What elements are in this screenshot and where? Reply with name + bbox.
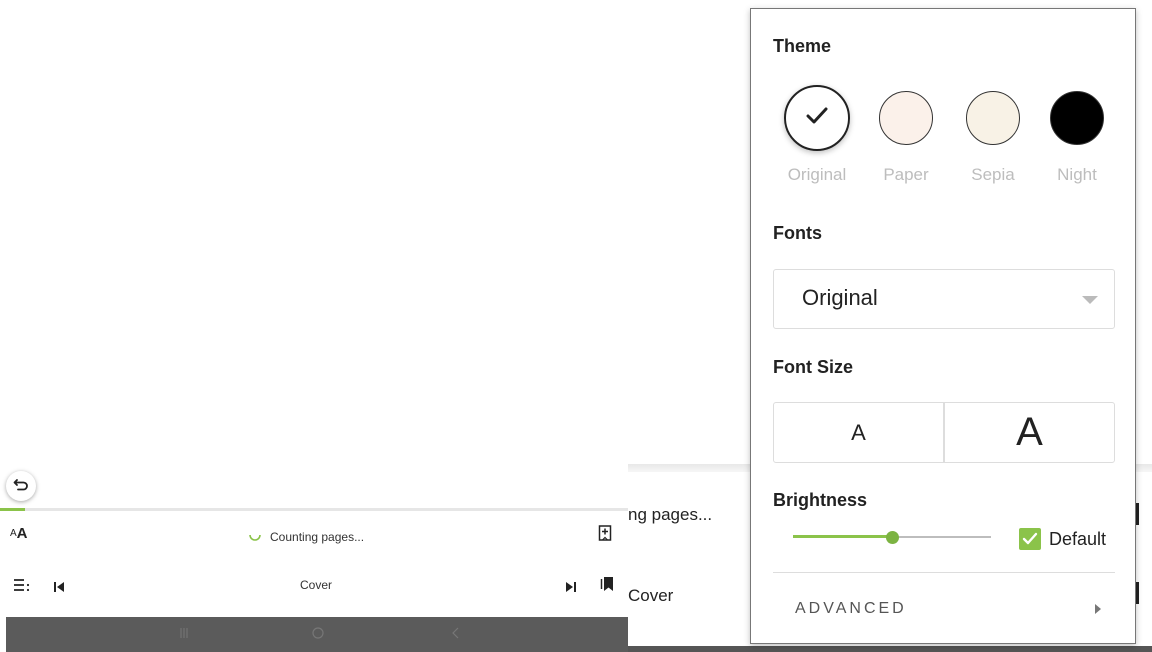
recent-apps-icon[interactable] xyxy=(180,627,188,642)
theme-swatch xyxy=(966,91,1020,145)
undo-arrow-icon xyxy=(13,476,29,497)
theme-swatch xyxy=(1050,91,1104,145)
bookmark-add-icon xyxy=(598,525,612,546)
counting-pages-text: Counting pages... xyxy=(270,529,365,544)
bookmarks-list-button[interactable] xyxy=(600,575,616,596)
default-label: Default xyxy=(1049,528,1107,549)
peek-counting-text: ng pages... xyxy=(628,505,713,524)
small-a-label: A xyxy=(851,419,866,445)
chevron-right-icon xyxy=(1095,604,1101,614)
advanced-settings-row[interactable]: ADVANCED xyxy=(773,591,1115,621)
skip-next-icon xyxy=(566,579,576,597)
theme-option-paper[interactable]: Paper xyxy=(866,91,946,185)
peek-cover-text: Cover xyxy=(628,586,674,605)
bookmarks-icon xyxy=(600,575,616,596)
theme-option-sepia[interactable]: Sepia xyxy=(953,91,1033,185)
slider-thumb[interactable] xyxy=(886,531,899,544)
system-navigation-bar xyxy=(6,617,628,652)
reader-toolbar: AA Counting pages... Cover xyxy=(0,511,628,617)
previous-chapter-button[interactable] xyxy=(54,579,64,597)
peek-system-bar xyxy=(628,646,1152,652)
aa-small-letter: A xyxy=(10,528,17,539)
chapter-label: Cover xyxy=(300,578,333,592)
font-dropdown[interactable]: Original xyxy=(773,269,1115,329)
loading-spinner-icon xyxy=(248,528,262,545)
font-size-title: Font Size xyxy=(773,357,853,377)
theme-title: Theme xyxy=(773,36,832,56)
font-size-control: A A xyxy=(773,402,1115,463)
peek-edge-mark xyxy=(1136,582,1139,604)
section-divider xyxy=(773,572,1115,573)
theme-swatch xyxy=(879,91,933,145)
increase-font-size-button[interactable]: A xyxy=(945,403,1114,462)
dropdown-caret-icon xyxy=(1082,296,1098,304)
theme-label-sepia: Sepia xyxy=(971,165,1015,184)
font-settings-icon[interactable]: AA xyxy=(10,525,28,542)
theme-label-original: Original xyxy=(787,165,847,184)
theme-option-original[interactable]: Original xyxy=(777,85,857,185)
home-circle-icon[interactable] xyxy=(312,627,324,642)
decrease-font-size-button[interactable]: A xyxy=(774,403,945,462)
back-button[interactable] xyxy=(6,471,36,501)
reader-view: AA Counting pages... Cover xyxy=(0,0,628,652)
next-chapter-button[interactable] xyxy=(566,579,576,597)
checkmark-icon xyxy=(806,107,828,130)
system-back-icon[interactable] xyxy=(452,627,460,642)
checkbox-checked-icon xyxy=(1019,528,1041,550)
reader-settings-popup: Theme Original Paper Sepia Night Fonts O… xyxy=(750,8,1136,644)
skip-previous-icon xyxy=(54,579,64,597)
page-count-status: Counting pages... xyxy=(248,528,364,545)
fonts-title: Fonts xyxy=(773,223,822,243)
advanced-label: ADVANCED xyxy=(795,600,907,617)
add-bookmark-button[interactable] xyxy=(598,525,612,546)
peek-edge-mark xyxy=(1136,503,1139,525)
slider-fill xyxy=(793,535,892,538)
brightness-title: Brightness xyxy=(773,490,868,510)
theme-label-paper: Paper xyxy=(883,165,929,184)
theme-swatch xyxy=(784,85,850,151)
aa-large-letter: A xyxy=(16,525,28,542)
default-brightness-checkbox[interactable]: Default xyxy=(1019,528,1106,550)
large-a-label: A xyxy=(1016,410,1043,454)
theme-label-night: Night xyxy=(1057,165,1097,184)
theme-option-night[interactable]: Night xyxy=(1037,91,1117,185)
list-menu-icon xyxy=(14,578,30,596)
brightness-slider[interactable] xyxy=(793,528,991,548)
font-dropdown-value: Original xyxy=(802,285,878,310)
table-of-contents-button[interactable] xyxy=(14,578,30,596)
